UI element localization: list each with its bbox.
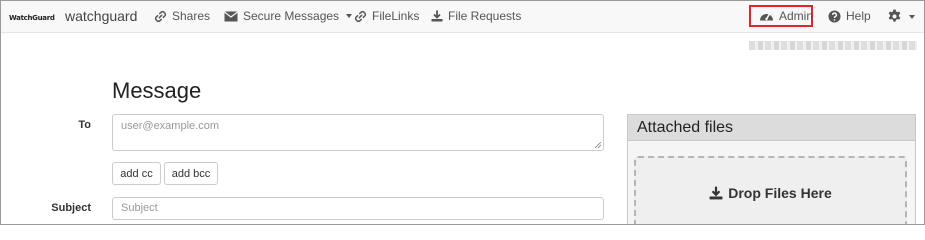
add-cc-button[interactable]: add cc bbox=[112, 162, 161, 185]
page-title: Message bbox=[112, 78, 202, 103]
nav-file-requests[interactable]: File Requests bbox=[431, 9, 521, 23]
download-icon bbox=[709, 186, 723, 200]
attached-files-title: Attached files bbox=[628, 115, 915, 141]
drop-zone[interactable]: Drop Files Here bbox=[634, 156, 907, 224]
drop-zone-text: Drop Files Here bbox=[728, 185, 832, 201]
nav-secure-messages[interactable]: Secure Messages bbox=[224, 9, 353, 23]
resize-handle[interactable] bbox=[595, 142, 601, 148]
chevron-down-icon bbox=[346, 14, 353, 18]
envelope-icon bbox=[224, 11, 238, 21]
app-window: WatchGuard watchguard Shares Secure Mess… bbox=[0, 0, 925, 225]
brand-name[interactable]: watchguard bbox=[65, 8, 137, 24]
download-icon bbox=[431, 10, 443, 22]
subject-input[interactable]: Subject bbox=[112, 197, 604, 220]
subject-label: Subject bbox=[51, 202, 91, 214]
top-navbar: WatchGuard watchguard Shares Secure Mess… bbox=[1, 1, 924, 33]
nav-admin[interactable]: Admin bbox=[759, 9, 813, 23]
blurred-user-info bbox=[749, 41, 917, 50]
nav-help[interactable]: Help bbox=[828, 9, 871, 23]
chevron-down-icon bbox=[909, 14, 915, 19]
to-label: To bbox=[78, 119, 91, 131]
link-icon bbox=[354, 10, 367, 22]
subject-placeholder: Subject bbox=[121, 202, 158, 214]
nav-help-label: Help bbox=[846, 9, 871, 23]
add-bcc-button[interactable]: add bcc bbox=[164, 162, 218, 185]
nav-admin-label: Admin bbox=[779, 9, 814, 23]
attached-files-panel: Attached files Drop Files Here bbox=[627, 114, 916, 224]
link-icon bbox=[154, 10, 167, 22]
dashboard-icon bbox=[760, 13, 773, 21]
to-placeholder: user@example.com bbox=[121, 120, 219, 132]
nav-shares-label: Shares bbox=[172, 9, 211, 23]
settings-menu[interactable] bbox=[887, 9, 915, 24]
to-field[interactable]: user@example.com bbox=[112, 114, 604, 151]
gear-icon bbox=[888, 9, 901, 22]
nav-filelinks-label: FileLinks bbox=[372, 9, 420, 23]
nav-shares[interactable]: Shares bbox=[154, 9, 210, 23]
drop-zone-label: Drop Files Here bbox=[636, 185, 905, 201]
question-circle-icon bbox=[828, 9, 841, 23]
nav-file-requests-label: File Requests bbox=[448, 9, 522, 23]
nav-secure-messages-label: Secure Messages bbox=[243, 9, 340, 23]
nav-filelinks[interactable]: FileLinks bbox=[354, 9, 419, 23]
watchguard-logo[interactable]: WatchGuard bbox=[9, 12, 55, 24]
